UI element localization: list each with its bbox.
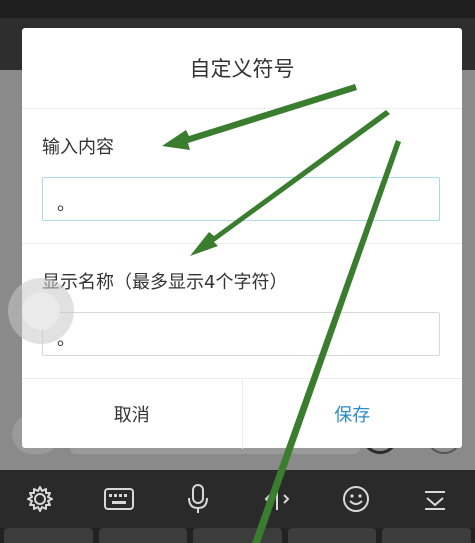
gear-icon[interactable] — [20, 479, 60, 519]
dialog-buttons: 取消 保存 — [22, 378, 462, 449]
divider — [22, 243, 462, 244]
keyboard-icon[interactable] — [99, 479, 139, 519]
emoji-icon[interactable] — [336, 479, 376, 519]
text-cursor-icon[interactable] — [257, 479, 297, 519]
custom-symbol-dialog: 自定义符号 输入内容 。 显示名称（最多显示4个字符） 。 取消 保存 — [22, 28, 462, 449]
cancel-button[interactable]: 取消 — [22, 379, 243, 449]
save-button[interactable]: 保存 — [243, 379, 463, 449]
content-label: 输入内容 — [42, 137, 114, 158]
status-bar — [0, 0, 475, 18]
microphone-icon[interactable] — [178, 479, 218, 519]
keyboard-key[interactable] — [98, 528, 188, 543]
content-input[interactable]: 。 — [42, 177, 440, 221]
divider — [22, 108, 462, 109]
keyboard-key[interactable] — [4, 528, 93, 543]
display-name-label: 显示名称（最多显示4个字符） — [42, 272, 288, 293]
dialog-title: 自定义符号 — [189, 57, 295, 81]
keyboard-toolbar — [0, 470, 475, 528]
keyboard-key[interactable] — [382, 528, 471, 543]
display-name-input[interactable]: 。 — [42, 312, 440, 356]
collapse-keyboard-icon[interactable] — [415, 479, 455, 519]
assistive-touch-button[interactable] — [8, 278, 74, 344]
keyboard-keys-row — [0, 528, 475, 543]
keyboard-key[interactable] — [193, 528, 282, 543]
keyboard-key[interactable] — [287, 528, 377, 543]
